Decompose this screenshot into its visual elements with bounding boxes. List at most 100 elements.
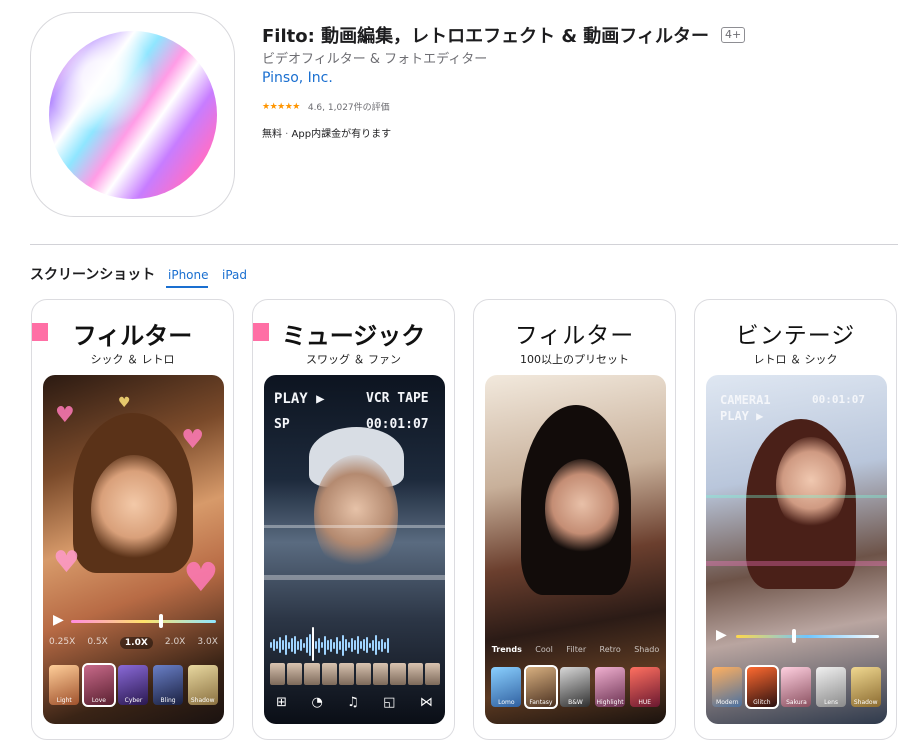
heart-icon: ♥: [181, 425, 205, 455]
effect-thumb-selected[interactable]: Glitch: [744, 665, 779, 709]
filter-thumbnails: Light Love Cyber Bling Shadow: [43, 663, 224, 707]
thumb-label: Glitch: [753, 699, 771, 706]
tab-shadow[interactable]: Shado: [634, 645, 659, 654]
card-subtitle: 100以上のプリセット: [520, 353, 629, 366]
effect-thumb[interactable]: Lens: [816, 667, 847, 707]
vcr-tape-label: VCR TAPE: [366, 391, 429, 406]
developer-link[interactable]: Pinso, Inc.: [262, 70, 333, 86]
vcr-timecode: 00:01:07: [812, 393, 865, 406]
preset-thumbnails: Lomo Fantasy B&W Highlight HUE: [485, 665, 666, 709]
in-app-purchase-note: App内課金が有ります: [291, 129, 392, 140]
app-title-row: Filto: 動画編集，レトロエフェクト & 動画フィルター 4+: [262, 22, 746, 48]
glitch-band: [706, 561, 887, 566]
filter-thumb[interactable]: Cyber: [118, 665, 149, 705]
speed-option-selected[interactable]: 1.0X: [119, 637, 153, 649]
card-subtitle: シック ＆ レトロ: [90, 353, 175, 366]
thumb-label: Lomo: [498, 699, 515, 706]
playback-slider[interactable]: [736, 635, 879, 638]
star-rating-icon: ★★★★★: [262, 101, 300, 112]
vcr-camera-label: CAMERA1: [720, 393, 771, 407]
price: 無料: [262, 129, 282, 140]
effect-thumb[interactable]: Sakura: [781, 667, 812, 707]
filter-category-tabs: Trends Cool Filter Retro Shado: [485, 645, 666, 654]
play-icon[interactable]: ▶: [53, 612, 64, 628]
filter-icon[interactable]: ◔: [311, 695, 322, 710]
thumb-label: Bling: [160, 697, 176, 704]
preset-thumb[interactable]: Lomo: [491, 667, 522, 707]
tab-cool[interactable]: Cool: [535, 645, 553, 654]
filter-thumb-selected[interactable]: Love: [81, 663, 116, 707]
add-icon[interactable]: ⊞: [276, 695, 287, 710]
tab-filter[interactable]: Filter: [566, 645, 586, 654]
playback-slider[interactable]: [71, 620, 216, 623]
card-title: フィルター: [72, 322, 193, 350]
thumb-label: Lens: [824, 699, 838, 706]
card-title: フィルター: [514, 323, 635, 349]
glitch-band: [264, 575, 445, 580]
phone-screenshot: PLAY ▶ VCR TAPE SP 00:01:07 ⊞ ◔ ♫ ◱ ⋈: [264, 375, 445, 724]
effect-thumb[interactable]: Modern: [712, 667, 743, 707]
playhead[interactable]: [312, 627, 314, 661]
effect-thumb[interactable]: Shadow: [850, 667, 881, 707]
preset-thumb[interactable]: HUE: [629, 667, 660, 707]
heart-icon: ♥: [183, 555, 219, 601]
share-icon[interactable]: ⋈: [420, 695, 433, 710]
thumb-label: Shadow: [853, 699, 878, 706]
portrait-face: [776, 437, 846, 533]
tab-iphone[interactable]: iPhone: [168, 268, 209, 282]
screenshot-card-presets[interactable]: フィルター 100以上のプリセット Trends Cool Filter Ret…: [473, 299, 676, 740]
filter-thumb[interactable]: Bling: [153, 665, 184, 705]
app-icon: [30, 12, 235, 217]
filter-thumb[interactable]: Shadow: [187, 665, 218, 705]
thumb-label: Modern: [716, 699, 739, 706]
thumb-label: Fantasy: [529, 699, 553, 706]
thumb-label: Shadow: [190, 697, 215, 704]
phone-screenshot: ♥ ♥ ♥ ♥ ♥ ▶ 0.25X 0.5X 1.0X 2.0X 3.0X Li…: [43, 375, 224, 724]
price-separator: ·: [282, 129, 292, 140]
slider-knob[interactable]: [159, 614, 163, 628]
tab-ipad[interactable]: iPad: [222, 268, 247, 282]
slider-knob[interactable]: [792, 629, 796, 643]
audio-waveform[interactable]: [270, 633, 440, 657]
vcr-play-label: PLAY ▶: [274, 391, 325, 407]
thumb-label: Love: [91, 697, 106, 704]
editor-toolbar: ⊞ ◔ ♫ ◱ ⋈: [264, 695, 445, 710]
phone-screenshot: Trends Cool Filter Retro Shado Lomo Fant…: [485, 375, 666, 724]
speed-option[interactable]: 0.25X: [49, 637, 75, 649]
heart-icon: ♥: [53, 545, 80, 580]
age-rating-badge: 4+: [720, 27, 746, 43]
thumb-label: Light: [56, 697, 72, 704]
tab-retro[interactable]: Retro: [600, 645, 621, 654]
screenshot-card-filter[interactable]: フィルター シック ＆ レトロ ♥ ♥ ♥ ♥ ♥ ▶ 0.25X 0.5X 1…: [31, 299, 234, 740]
screenshot-card-vintage[interactable]: ビンテージ レトロ ＆ シック CAMERA1 00:01:07 PLAY ▶ …: [694, 299, 897, 740]
glitch-band: [706, 495, 887, 498]
heart-icon: ♥: [118, 395, 131, 411]
rating-row: ★★★★★ 4.6, 1,027件の評価: [262, 100, 390, 114]
card-title: ミュージック: [281, 322, 426, 350]
card-subtitle: レトロ ＆ シック: [753, 353, 838, 366]
thumb-label: Cyber: [124, 697, 143, 704]
play-icon[interactable]: ▶: [716, 627, 727, 643]
speed-option[interactable]: 3.0X: [197, 637, 217, 649]
screenshot-card-music[interactable]: ミュージック スワッグ ＆ ファン PLAY ▶ VCR TAPE SP 00:…: [252, 299, 455, 740]
card-subtitle: スワッグ ＆ ファン: [306, 353, 401, 366]
portrait-face: [545, 459, 619, 559]
tab-trends[interactable]: Trends: [492, 645, 522, 654]
app-title: Filto: 動画編集，レトロエフェクト & 動画フィルター: [262, 26, 709, 47]
vcr-timecode: 00:01:07: [366, 417, 429, 432]
preset-thumb[interactable]: Highlight: [595, 667, 626, 707]
filter-thumb[interactable]: Light: [49, 665, 80, 705]
preset-thumb[interactable]: B&W: [560, 667, 591, 707]
card-title: ビンテージ: [735, 323, 856, 349]
music-note-icon[interactable]: ♫: [347, 695, 359, 710]
heart-icon: ♥: [55, 403, 75, 428]
screenshots-heading: スクリーンショット: [30, 267, 156, 283]
speed-option[interactable]: 0.5X: [87, 637, 107, 649]
preset-thumb-selected[interactable]: Fantasy: [523, 665, 558, 709]
vcr-sp-label: SP: [274, 417, 290, 432]
video-filmstrip[interactable]: [270, 663, 441, 685]
tab-selected-indicator: [166, 286, 208, 288]
speed-option[interactable]: 2.0X: [165, 637, 185, 649]
portrait-face: [314, 455, 398, 575]
crop-icon[interactable]: ◱: [383, 695, 395, 710]
